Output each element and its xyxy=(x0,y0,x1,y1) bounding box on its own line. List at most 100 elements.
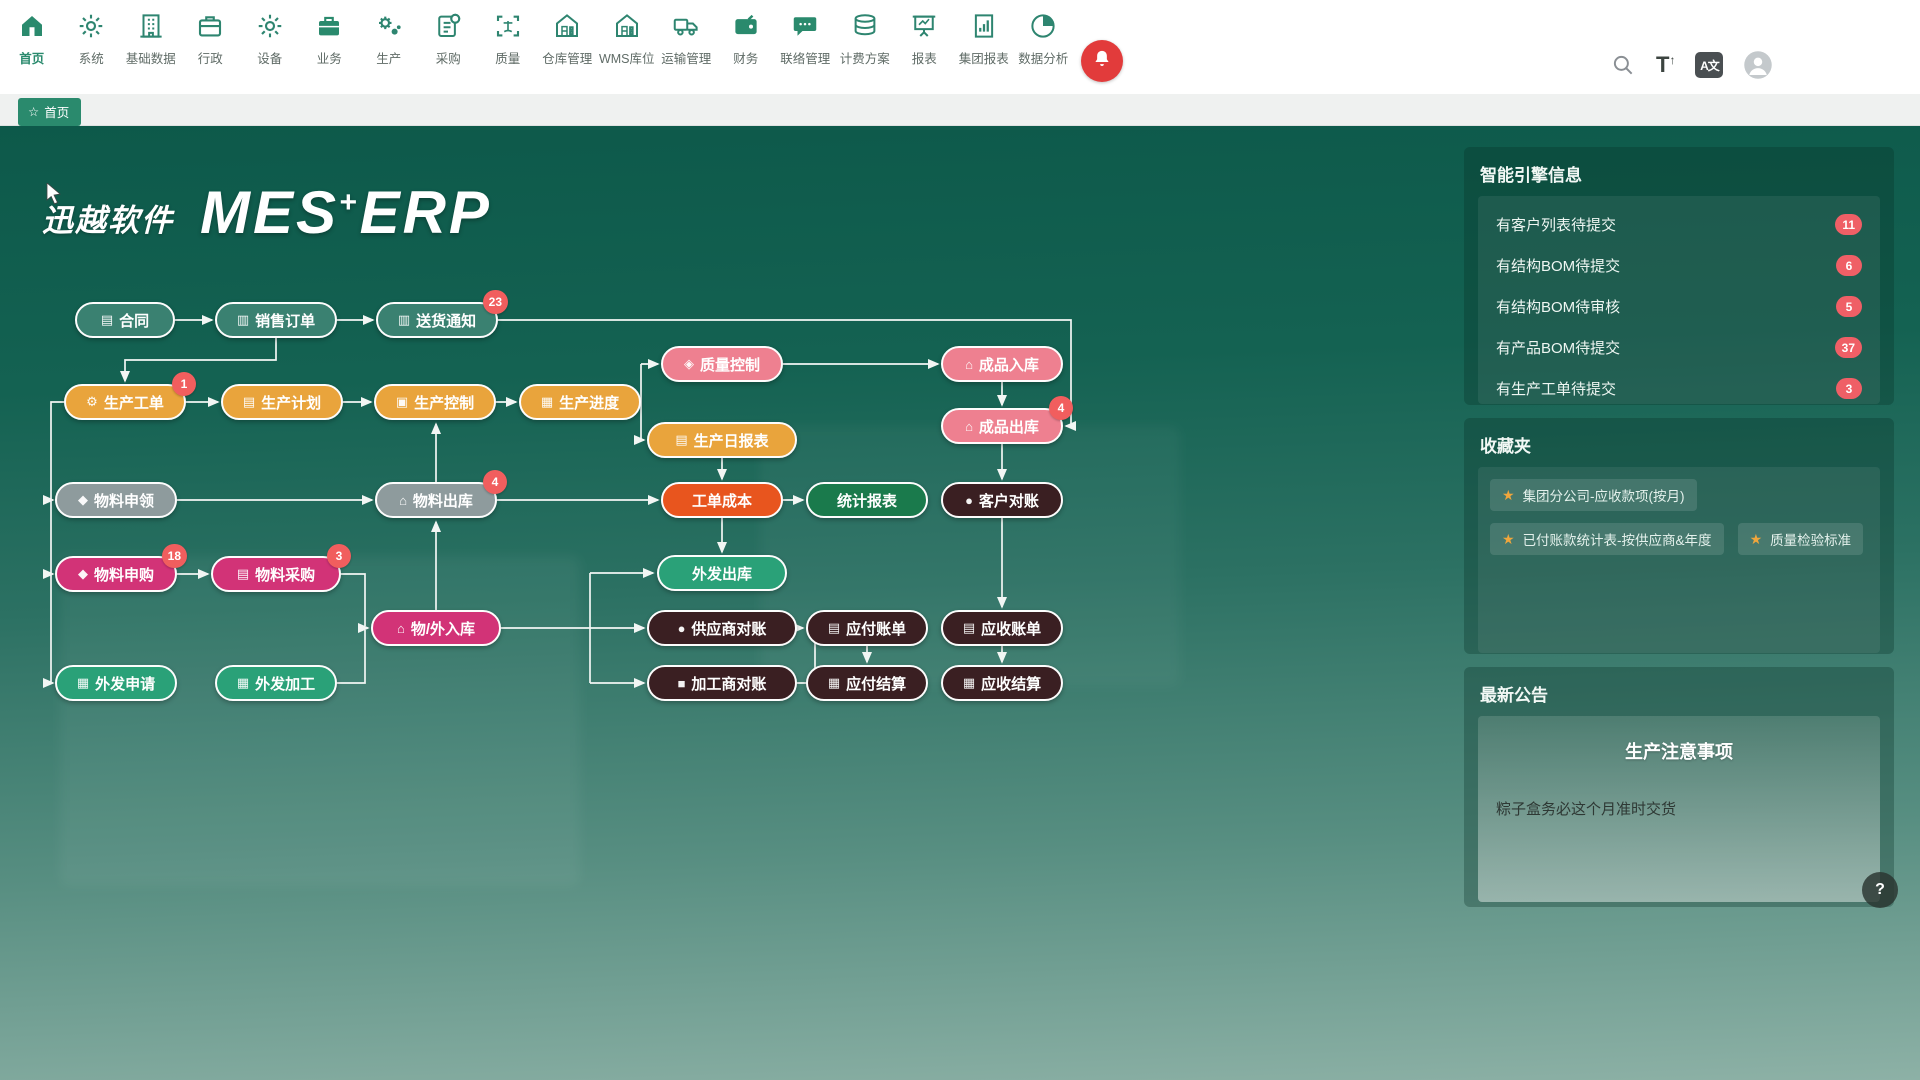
engine-panel-title: 智能引擎信息 xyxy=(1480,161,1878,186)
flow-node-production-progress[interactable]: ▦生产进度 xyxy=(519,384,641,420)
nav-item-warehouse-mgmt[interactable]: 仓库管理 xyxy=(538,10,598,67)
flow-node-label: 生产工单 xyxy=(104,392,164,413)
engine-item[interactable]: 有结构BOM待提交6 xyxy=(1482,245,1876,286)
count-badge: 4 xyxy=(1049,396,1073,420)
count-badge: 23 xyxy=(483,290,508,314)
engine-item-text: 有产品BOM待提交 xyxy=(1496,337,1620,358)
nav-item-system[interactable]: 系统 xyxy=(62,10,122,67)
flow-node-label: 外发出库 xyxy=(692,563,752,584)
nav-item-finance[interactable]: 财务 xyxy=(716,10,776,67)
material-icon: ◆ xyxy=(78,492,88,508)
flow-node-material-out[interactable]: ⌂物料出库4 xyxy=(375,482,497,518)
flow-node-contract[interactable]: ▤ 合同 xyxy=(75,302,175,338)
flow-node-receivable-settlement[interactable]: ▦应收结算 xyxy=(941,665,1063,701)
flow-node-finished-goods-out[interactable]: ⌂成品出库4 xyxy=(941,408,1063,444)
nav-item-equipment[interactable]: 设备 xyxy=(240,10,300,67)
flow-node-processor-reconciliation[interactable]: ■加工商对账 xyxy=(647,665,797,701)
flow-node-material-purchase-request[interactable]: ◆物料申购18 xyxy=(55,556,177,592)
nav-item-home[interactable]: 首页 xyxy=(2,10,62,67)
notice-panel: 最新公告 生产注意事项 粽子盒务必这个月准时交货 xyxy=(1464,667,1894,907)
process-flowchart: ▤合同▥销售订单▥送货通知23⚙生产工单1▤生产计划▣生产控制▦生产进度◈质量控… xyxy=(0,240,1200,740)
flow-node-finished-goods-in[interactable]: ⌂成品入库 xyxy=(941,346,1063,382)
search-icon[interactable] xyxy=(1610,52,1636,78)
flow-node-payable-settlement[interactable]: ▦应付结算 xyxy=(806,665,928,701)
engine-item[interactable]: 有客户列表待提交11 xyxy=(1482,204,1876,245)
flow-node-customer-reconciliation[interactable]: ●客户对账 xyxy=(941,482,1063,518)
case-icon: ■ xyxy=(678,676,686,691)
help-button[interactable]: ? xyxy=(1862,872,1898,908)
tab-home[interactable]: ☆ 首页 xyxy=(18,98,81,126)
nav-item-admin[interactable]: 行政 xyxy=(181,10,241,67)
flow-node-payable-bill[interactable]: ▤应付账单 xyxy=(806,610,928,646)
flow-node-label: 合同 xyxy=(119,310,149,331)
flow-node-label: 物料采购 xyxy=(255,564,315,585)
translate-icon[interactable]: A文 xyxy=(1695,52,1723,78)
nav-items: 首页系统基础数据行政设备业务生产采购质量仓库管理WMS库位运输管理财务联络管理计… xyxy=(2,10,1073,67)
count-badge: 3 xyxy=(327,544,351,568)
nav-item-transport-mgmt[interactable]: 运输管理 xyxy=(657,10,717,67)
flow-node-material-external-in[interactable]: ⌂物/外入库 xyxy=(371,610,501,646)
flow-node-material-purchasing[interactable]: ▤物料采购3 xyxy=(211,556,341,592)
engine-item[interactable]: 有生产工单待提交3 xyxy=(1482,368,1876,409)
flow-node-label: 送货通知 xyxy=(416,310,476,331)
flow-node-receivable-bill[interactable]: ▤应收账单 xyxy=(941,610,1063,646)
favorite-item[interactable]: ★集团分公司-应收款项(按月) xyxy=(1490,479,1697,511)
flow-node-label: 成品入库 xyxy=(979,354,1039,375)
flow-node-label: 应付结算 xyxy=(846,673,906,694)
nav-item-label: WMS库位 xyxy=(599,48,655,67)
report-icon xyxy=(968,10,1000,42)
nav-item-business[interactable]: 业务 xyxy=(300,10,360,67)
engine-item[interactable]: 有结构BOM待审核5 xyxy=(1482,286,1876,327)
flow-node-quality-control[interactable]: ◈质量控制 xyxy=(661,346,783,382)
flow-node-production-plan[interactable]: ▤生产计划 xyxy=(221,384,343,420)
favorites-panel: 收藏夹 ★集团分公司-应收款项(按月)★已付账款统计表-按供应商&年度★质量检验… xyxy=(1464,418,1894,654)
favorite-item[interactable]: ★已付账款统计表-按供应商&年度 xyxy=(1490,523,1724,555)
flow-node-supplier-reconciliation[interactable]: ●供应商对账 xyxy=(647,610,797,646)
flow-node-outsource-request[interactable]: ▦外发申请 xyxy=(55,665,177,701)
nav-item-wms-location[interactable]: WMS库位 xyxy=(597,10,657,67)
notification-bell-button[interactable] xyxy=(1081,40,1123,82)
nav-item-label: 运输管理 xyxy=(661,48,711,67)
flow-node-production-daily-report[interactable]: ▤生产日报表 xyxy=(647,422,797,458)
nav-item-production[interactable]: 生产 xyxy=(359,10,419,67)
building-icon xyxy=(135,10,167,42)
nav-item-quality[interactable]: 质量 xyxy=(478,10,538,67)
nav-item-data-analysis[interactable]: 数据分析 xyxy=(1014,10,1074,67)
flow-node-label: 生产控制 xyxy=(414,392,474,413)
nav-item-group-reports[interactable]: 集团报表 xyxy=(954,10,1014,67)
flow-node-outsource-out[interactable]: 外发出库 xyxy=(657,555,787,591)
count-badge: 18 xyxy=(162,544,187,568)
nav-item-label: 集团报表 xyxy=(959,48,1009,67)
flow-node-label: 外发加工 xyxy=(255,673,315,694)
flow-node-label: 成品出库 xyxy=(979,416,1039,437)
flow-node-statistics-report[interactable]: 统计报表 xyxy=(806,482,928,518)
order-icon: ▥ xyxy=(237,312,249,328)
flow-node-label: 生产计划 xyxy=(261,392,321,413)
flow-node-sales-order[interactable]: ▥销售订单 xyxy=(215,302,337,338)
gear-icon xyxy=(75,10,107,42)
nav-item-purchasing[interactable]: 采购 xyxy=(419,10,479,67)
user-avatar[interactable] xyxy=(1743,50,1773,80)
favorite-item[interactable]: ★质量检验标准 xyxy=(1738,523,1864,555)
flow-node-label: 生产日报表 xyxy=(694,430,769,451)
flow-node-production-order[interactable]: ⚙生产工单1 xyxy=(64,384,186,420)
nav-item-base-data[interactable]: 基础数据 xyxy=(121,10,181,67)
flow-node-material-request[interactable]: ◆物料申领 xyxy=(55,482,177,518)
mouse-cursor xyxy=(46,183,64,210)
font-size-icon[interactable]: T↑ xyxy=(1656,52,1675,78)
flow-node-delivery-notice[interactable]: ▥送货通知23 xyxy=(376,302,498,338)
briefcase-icon xyxy=(194,10,226,42)
doc-icon: ▤ xyxy=(101,312,113,328)
nav-item-reports[interactable]: 报表 xyxy=(895,10,955,67)
nav-item-label: 报表 xyxy=(912,48,937,67)
engine-item-text: 有生产工单待提交 xyxy=(1496,378,1616,399)
flow-node-outsource-processing[interactable]: ▦外发加工 xyxy=(215,665,337,701)
nav-item-billing-plan[interactable]: 计费方案 xyxy=(835,10,895,67)
flow-node-production-control[interactable]: ▣生产控制 xyxy=(374,384,496,420)
home-icon xyxy=(16,10,48,42)
flow-connector xyxy=(51,402,64,683)
flow-node-work-order-cost[interactable]: 工单成本 xyxy=(661,482,783,518)
doc-icon: ▤ xyxy=(237,566,249,582)
nav-item-contact-mgmt[interactable]: 联络管理 xyxy=(776,10,836,67)
engine-item[interactable]: 有产品BOM待提交37 xyxy=(1482,327,1876,368)
